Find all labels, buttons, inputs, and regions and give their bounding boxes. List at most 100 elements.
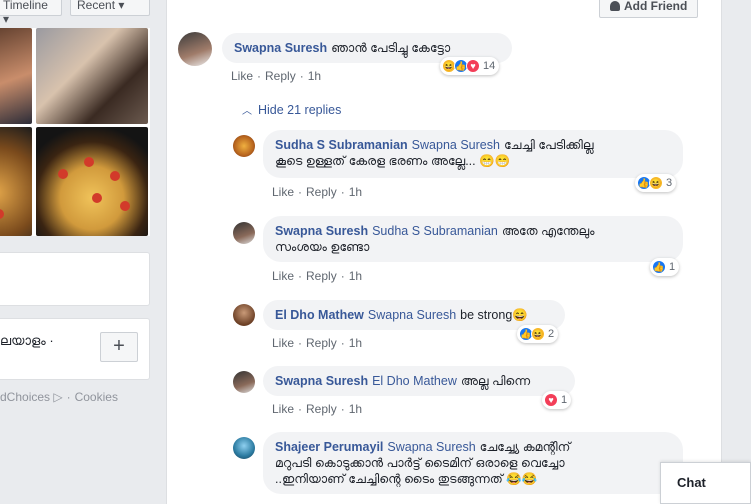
photo-thumbnail[interactable]	[36, 28, 148, 124]
reaction-summary[interactable]: 😆 👍 ♥ 14	[440, 57, 500, 75]
action-separator: ·	[298, 336, 303, 350]
reply-text: ചേച്ചി പേടിക്കില്ല	[503, 138, 594, 152]
add-friend-icon	[610, 1, 620, 11]
footer-links: dChoices ▷ · Cookies	[0, 390, 122, 404]
like-link[interactable]: Like	[272, 185, 294, 199]
recent-dropdown-label: Recent ▾	[77, 0, 125, 12]
reply-actions: Like · Reply · 1h	[272, 269, 366, 283]
add-language-button[interactable]: +	[100, 332, 138, 362]
haha-icon: 😆	[531, 327, 545, 341]
reply-link[interactable]: Reply	[306, 269, 337, 283]
photo-grid	[0, 28, 150, 236]
reaction-count: 1	[561, 394, 568, 406]
timeline-dropdown-label: Timeline ▾	[3, 0, 48, 26]
reply-link[interactable]: Reply	[306, 185, 337, 199]
cookies-link[interactable]: Cookies	[75, 390, 118, 404]
language-panel: ലയാളം · +	[0, 318, 150, 380]
timeline-dropdown[interactable]: Timeline ▾	[0, 0, 62, 26]
photo-thumbnail[interactable]	[0, 127, 32, 236]
avatar[interactable]	[233, 222, 255, 244]
reply-text: be strong😄	[460, 308, 528, 322]
reaction-summary[interactable]: ♥ 1	[542, 391, 572, 409]
reply-author[interactable]: Sudha S Subramanian	[275, 138, 408, 152]
left-column: Timeline ▾ Recent ▾ ലയാളം · + dChoices ▷…	[0, 0, 152, 504]
reply-mention[interactable]: Swapna Suresh	[387, 440, 475, 454]
chevron-up-icon: ︿	[242, 106, 252, 117]
reply-bubble: Swapna Suresh El Dho Mathew അല്ല പിന്നെ	[263, 366, 575, 396]
food-decoration	[92, 193, 102, 203]
action-separator: ·	[340, 185, 345, 199]
reaction-count: 14	[483, 60, 496, 72]
timestamp[interactable]: 1h	[349, 402, 362, 416]
reply-actions: Like · Reply · 1h	[272, 185, 366, 199]
reply-author[interactable]: Swapna Suresh	[275, 224, 368, 238]
reaction-summary[interactable]: 👍 😆 3	[635, 174, 677, 192]
reply-mention[interactable]: El Dho Mathew	[372, 374, 457, 388]
reply-mention[interactable]: Swapna Suresh	[412, 138, 500, 152]
hide-replies-label: Hide 21 replies	[258, 103, 342, 117]
action-separator: ·	[340, 269, 345, 283]
like-link[interactable]: Like	[272, 402, 294, 416]
reply-text: അല്ല പിന്നെ	[460, 374, 531, 388]
action-separator: ·	[298, 402, 303, 416]
timestamp[interactable]: 1h	[349, 336, 362, 350]
chat-label: Chat	[677, 475, 706, 490]
reaction-count: 1	[669, 261, 676, 273]
reaction-summary[interactable]: 👍 1	[650, 258, 680, 276]
chat-tab[interactable]: Chat	[660, 462, 751, 504]
reply-link[interactable]: Reply	[306, 336, 337, 350]
comment-actions: Like · Reply · 1h	[231, 69, 325, 83]
add-friend-button[interactable]: Add Friend	[599, 0, 699, 18]
reply-link[interactable]: Reply	[265, 69, 296, 83]
food-decoration	[58, 169, 68, 179]
food-decoration	[84, 157, 94, 167]
reaction-count: 3	[666, 177, 673, 189]
action-separator: ·	[298, 269, 303, 283]
avatar[interactable]	[233, 437, 255, 459]
recent-dropdown[interactable]: Recent ▾	[70, 0, 150, 16]
ad-choices-link[interactable]: dChoices ▷	[0, 390, 63, 404]
photo-thumbnail[interactable]	[36, 127, 148, 236]
timestamp[interactable]: 1h	[349, 185, 362, 199]
timestamp[interactable]: 1h	[349, 269, 362, 283]
avatar[interactable]	[233, 135, 255, 157]
food-decoration	[120, 201, 130, 211]
food-decoration	[110, 171, 120, 181]
photo-thumbnail[interactable]	[0, 28, 32, 124]
reply-mention[interactable]: Swapna Suresh	[368, 308, 456, 322]
reply-text: സംശയം ഉണ്ടോ	[275, 240, 370, 254]
like-link[interactable]: Like	[272, 336, 294, 350]
action-separator: ·	[340, 336, 345, 350]
food-decoration	[0, 209, 4, 219]
reply-text: ചേച്ച്യേ കമന്റിന്	[479, 440, 571, 454]
reaction-count: 2	[548, 328, 555, 340]
reply-mention[interactable]: Sudha S Subramanian	[372, 224, 498, 238]
reaction-summary[interactable]: 👍 😆 2	[517, 325, 559, 343]
sidebar-panel	[0, 252, 150, 306]
reply-bubble: Swapna Suresh Sudha S Subramanian അതേ എന്ത…	[263, 216, 683, 262]
reply-actions: Like · Reply · 1h	[272, 402, 366, 416]
comment-text: ഞാൻ പേടിച്ചു കേട്ടോ	[331, 41, 451, 55]
avatar[interactable]	[233, 304, 255, 326]
love-icon: ♥	[544, 393, 558, 407]
reply-link[interactable]: Reply	[306, 402, 337, 416]
like-link[interactable]: Like	[272, 269, 294, 283]
like-link[interactable]: Like	[231, 69, 253, 83]
timestamp[interactable]: 1h	[308, 69, 321, 83]
love-icon: ♥	[466, 59, 480, 73]
haha-icon: 😆	[649, 176, 663, 190]
reply-author[interactable]: Swapna Suresh	[275, 374, 368, 388]
action-separator: ·	[257, 69, 262, 83]
reply-bubble: Shajeer Perumayil Swapna Suresh ചേച്ച്യേ ക…	[263, 432, 683, 494]
like-icon: 👍	[652, 260, 666, 274]
hide-replies-link[interactable]: ︿ Hide 21 replies	[242, 102, 341, 117]
avatar[interactable]	[178, 32, 212, 66]
footer-separator: ·	[66, 390, 71, 404]
action-separator: ·	[299, 69, 304, 83]
add-friend-label: Add Friend	[624, 0, 688, 13]
avatar[interactable]	[233, 371, 255, 393]
reply-author[interactable]: Shajeer Perumayil	[275, 440, 383, 454]
comment-author[interactable]: Swapna Suresh	[234, 41, 327, 55]
reply-author[interactable]: El Dho Mathew	[275, 308, 364, 322]
language-label[interactable]: ലയാളം ·	[0, 333, 54, 349]
